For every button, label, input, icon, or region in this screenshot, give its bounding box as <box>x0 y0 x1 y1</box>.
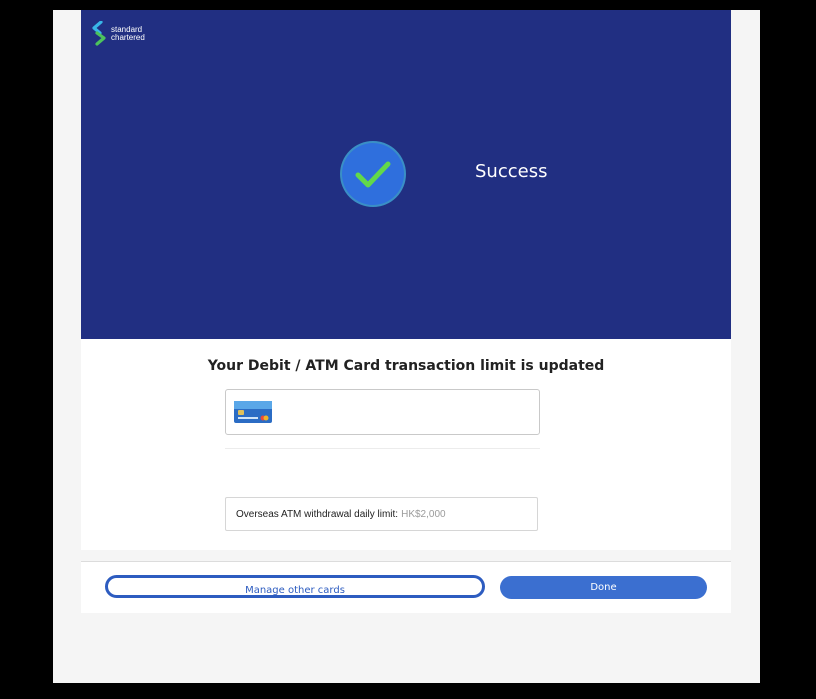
sc-swirl-icon <box>92 21 106 46</box>
overseas-limit-field: Overseas ATM withdrawal daily limit: HK$… <box>225 497 538 531</box>
done-button[interactable]: Done <box>500 576 707 599</box>
result-panel: standard chartered Success Your Debit / … <box>81 10 731 550</box>
brand-logo: standard chartered <box>91 21 145 46</box>
limit-label: Overseas ATM withdrawal daily limit: <box>236 508 399 520</box>
credit-card-image <box>234 401 272 423</box>
manage-other-cards-button[interactable]: Manage other cards <box>105 575 485 598</box>
brand-wordmark: standard chartered <box>111 25 145 42</box>
brand-line-2: chartered <box>111 32 145 42</box>
success-title: Success <box>475 161 548 182</box>
limit-value: HK$2,000 <box>401 508 446 520</box>
section-divider <box>225 448 540 449</box>
action-bar: Manage other cards Done <box>81 561 731 613</box>
confirmation-message: Your Debit / ATM Card transaction limit … <box>207 358 605 374</box>
app-window: standard chartered Success Your Debit / … <box>53 10 760 683</box>
card-summary <box>225 389 540 435</box>
success-banner: standard chartered Success <box>81 10 731 339</box>
check-circle-icon <box>340 141 406 207</box>
